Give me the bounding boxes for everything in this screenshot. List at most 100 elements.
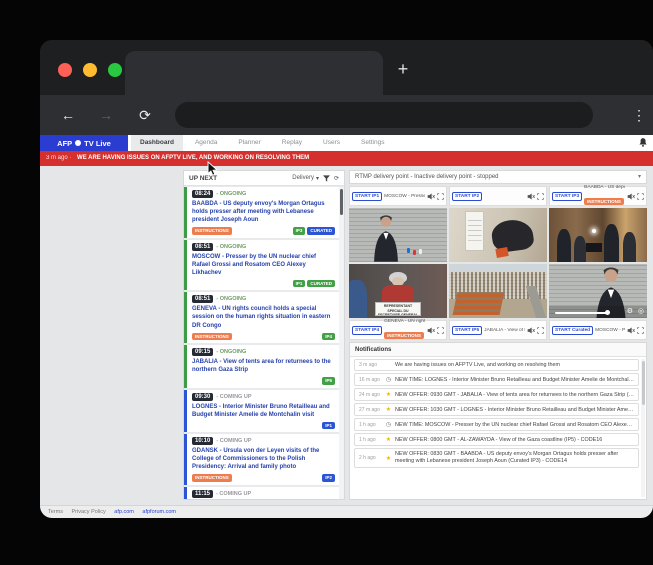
nav-tab-dashboard[interactable]: Dashboard xyxy=(131,135,183,151)
video-preview-ip1[interactable] xyxy=(349,208,447,262)
browser-tab[interactable] xyxy=(125,51,383,95)
start-ip3-button[interactable]: START IP3 xyxy=(552,192,582,201)
chevron-down-icon: ▾ xyxy=(638,171,641,183)
filter-icon[interactable] xyxy=(323,175,330,182)
minimize-button[interactable] xyxy=(83,63,97,77)
scrollbar[interactable] xyxy=(641,359,645,497)
list-item[interactable]: 11:15- COMING UP TWICKENHAM - Rugby/Six … xyxy=(184,487,339,499)
player-controls: ⚙ ◎ xyxy=(549,306,647,318)
video-preview-ip4[interactable]: REPRESENTANT SPECIAL DU SECRETAIRE GENER… xyxy=(349,264,447,318)
scrollbar-thumb[interactable] xyxy=(642,361,645,405)
status-label: - COMING UP xyxy=(216,438,251,444)
list-item[interactable]: 08:51- ONGOING GENEVA - UN rights counci… xyxy=(184,292,339,343)
start-ip2-button[interactable]: START IP2 xyxy=(452,192,482,201)
tile-header-curated: START Curated MOSCOW - Press... xyxy=(549,320,647,340)
banner-stand xyxy=(465,211,485,251)
list-item[interactable]: 08:51- ONGOING MOSCOW - Presser by the U… xyxy=(184,240,339,291)
video-preview-ip3[interactable] xyxy=(549,208,647,262)
tile-title: BAABDA - US deputy en... xyxy=(584,185,625,190)
notification-row[interactable]: 1 h ago ★ NEW OFFER: 0800 GMT - AL-ZAWAY… xyxy=(354,433,639,446)
fullscreen-icon[interactable] xyxy=(637,327,644,334)
maximize-button[interactable] xyxy=(108,63,122,77)
delivery-badge: CURATED xyxy=(307,280,335,287)
list-item[interactable]: 09:15- ONGOING JABALIA - View of tents a… xyxy=(184,345,339,388)
notification-text: NEW TIME: MOSCOW - Presser by the UN nuc… xyxy=(395,422,634,428)
time-badge: 09:15 xyxy=(192,348,213,356)
mute-icon[interactable] xyxy=(427,193,435,200)
player-snapshot-icon[interactable]: ◎ xyxy=(638,307,644,317)
star-icon: ★ xyxy=(385,455,392,462)
nav-tab-planner[interactable]: Planner xyxy=(229,135,269,151)
notifications-bell-icon[interactable] xyxy=(639,138,647,147)
afp-link[interactable]: afp.com xyxy=(114,509,134,515)
star-icon: ★ xyxy=(385,406,392,413)
kebab-menu-icon[interactable]: ⋮ xyxy=(626,95,652,135)
app-logo: AFP TV Live xyxy=(40,135,128,151)
fullscreen-icon[interactable] xyxy=(637,193,644,200)
list-item[interactable]: 09:30- COMING UP LOGNES - Interior Minis… xyxy=(184,390,339,433)
time-badge: 11:15 xyxy=(192,490,213,498)
start-ip5-button[interactable]: START IP5 xyxy=(452,326,482,335)
privacy-link[interactable]: Privacy Policy xyxy=(72,509,106,515)
alert-banner: 3 m ago · WE ARE HAVING ISSUES ON AFPTV … xyxy=(40,151,653,166)
back-icon[interactable]: ← xyxy=(55,95,81,135)
notifications-panel: Notifications 3 m ago We are having issu… xyxy=(349,342,647,500)
notification-text: NEW OFFER: 0830 GMT - BAABDA - US deputy… xyxy=(395,451,634,465)
forward-icon[interactable]: → xyxy=(93,95,119,135)
tents-area xyxy=(452,292,504,315)
player-settings-icon[interactable]: ⚙ xyxy=(627,307,633,317)
rtmp-header[interactable]: RTMP delivery point - Inactive delivery … xyxy=(349,170,647,184)
mute-icon[interactable] xyxy=(527,193,535,200)
notification-row[interactable]: 2 h ago ★ NEW OFFER: 0830 GMT - BAABDA -… xyxy=(354,448,639,468)
list-item[interactable]: 08:24- ONGOING BAABDA - US deputy envoy'… xyxy=(184,187,339,238)
nav-tab-agenda[interactable]: Agenda xyxy=(186,135,226,151)
notification-row[interactable]: 1 h ago ◷ NEW TIME: MOSCOW - Presser by … xyxy=(354,418,639,431)
mute-icon[interactable] xyxy=(627,327,635,334)
list-refresh-icon[interactable]: ⟳ xyxy=(334,175,339,182)
terms-link[interactable]: Terms xyxy=(48,509,63,515)
notification-time: 3 m ago xyxy=(359,362,382,368)
logo-suffix: TV Live xyxy=(84,139,111,148)
video-preview-ip5[interactable] xyxy=(449,264,547,318)
delivery-badge: IP1 xyxy=(293,280,306,287)
fullscreen-icon[interactable] xyxy=(437,327,444,334)
fullscreen-icon[interactable] xyxy=(537,327,544,334)
new-tab-button[interactable]: + xyxy=(390,56,416,82)
player-progress[interactable] xyxy=(555,312,607,314)
nav-tab-settings[interactable]: Settings xyxy=(352,135,394,151)
refresh-icon[interactable]: ⟳ xyxy=(132,95,158,135)
start-ip1-button[interactable]: START IP1 xyxy=(352,192,382,201)
close-button[interactable] xyxy=(58,63,72,77)
mute-icon[interactable] xyxy=(527,327,535,334)
delivery-label: Delivery xyxy=(292,175,314,181)
fullscreen-icon[interactable] xyxy=(437,193,444,200)
nav-tab-users[interactable]: Users xyxy=(314,135,349,151)
url-input[interactable] xyxy=(175,102,593,128)
start-curated-button[interactable]: START Curated xyxy=(552,326,593,335)
mute-icon[interactable] xyxy=(627,193,635,200)
video-preview-ip2[interactable] xyxy=(449,208,547,262)
player-progress-knob[interactable] xyxy=(605,310,610,315)
instructions-badge: INSTRUCTIONS xyxy=(192,333,232,340)
nav-tab-replay[interactable]: Replay xyxy=(273,135,311,151)
notification-row[interactable]: 24 m ago ★ NEW OFFER: 0930 GMT - JABALIA… xyxy=(354,388,639,401)
notification-row[interactable]: 16 m ago ◷ NEW TIME: LOGNES - Interior M… xyxy=(354,373,639,386)
event-title: GDANSK - Ursula von der Leyen visits of … xyxy=(192,447,335,471)
status-label: - ONGOING xyxy=(216,296,246,302)
scrollbar[interactable] xyxy=(339,187,344,499)
list-item[interactable]: 10:10- COMING UP GDANSK - Ursula von der… xyxy=(184,434,339,485)
delivery-dropdown[interactable]: Delivery ▾ xyxy=(292,175,319,182)
instructions-badge: INSTRUCTIONS xyxy=(584,198,624,205)
afpforum-link[interactable]: afpforum.com xyxy=(142,509,176,515)
video-preview-curated[interactable]: ⚙ ◎ xyxy=(549,264,647,318)
delivery-badge: IP2 xyxy=(322,474,335,481)
notification-text: NEW OFFER: 0930 GMT - JABALIA - View of … xyxy=(395,392,634,398)
notification-row[interactable]: 3 m ago We are having issues on AFPTV Li… xyxy=(354,359,639,371)
scrollbar-thumb[interactable] xyxy=(340,189,343,215)
time-badge: 10:10 xyxy=(192,437,213,445)
instructions-badge: INSTRUCTIONS xyxy=(192,227,232,234)
fullscreen-icon[interactable] xyxy=(537,193,544,200)
mute-icon[interactable] xyxy=(427,327,435,334)
start-ip4-button[interactable]: START IP4 xyxy=(352,326,382,335)
notification-row[interactable]: 27 m ago ★ NEW OFFER: 1030 GMT - LOGNES … xyxy=(354,403,639,416)
